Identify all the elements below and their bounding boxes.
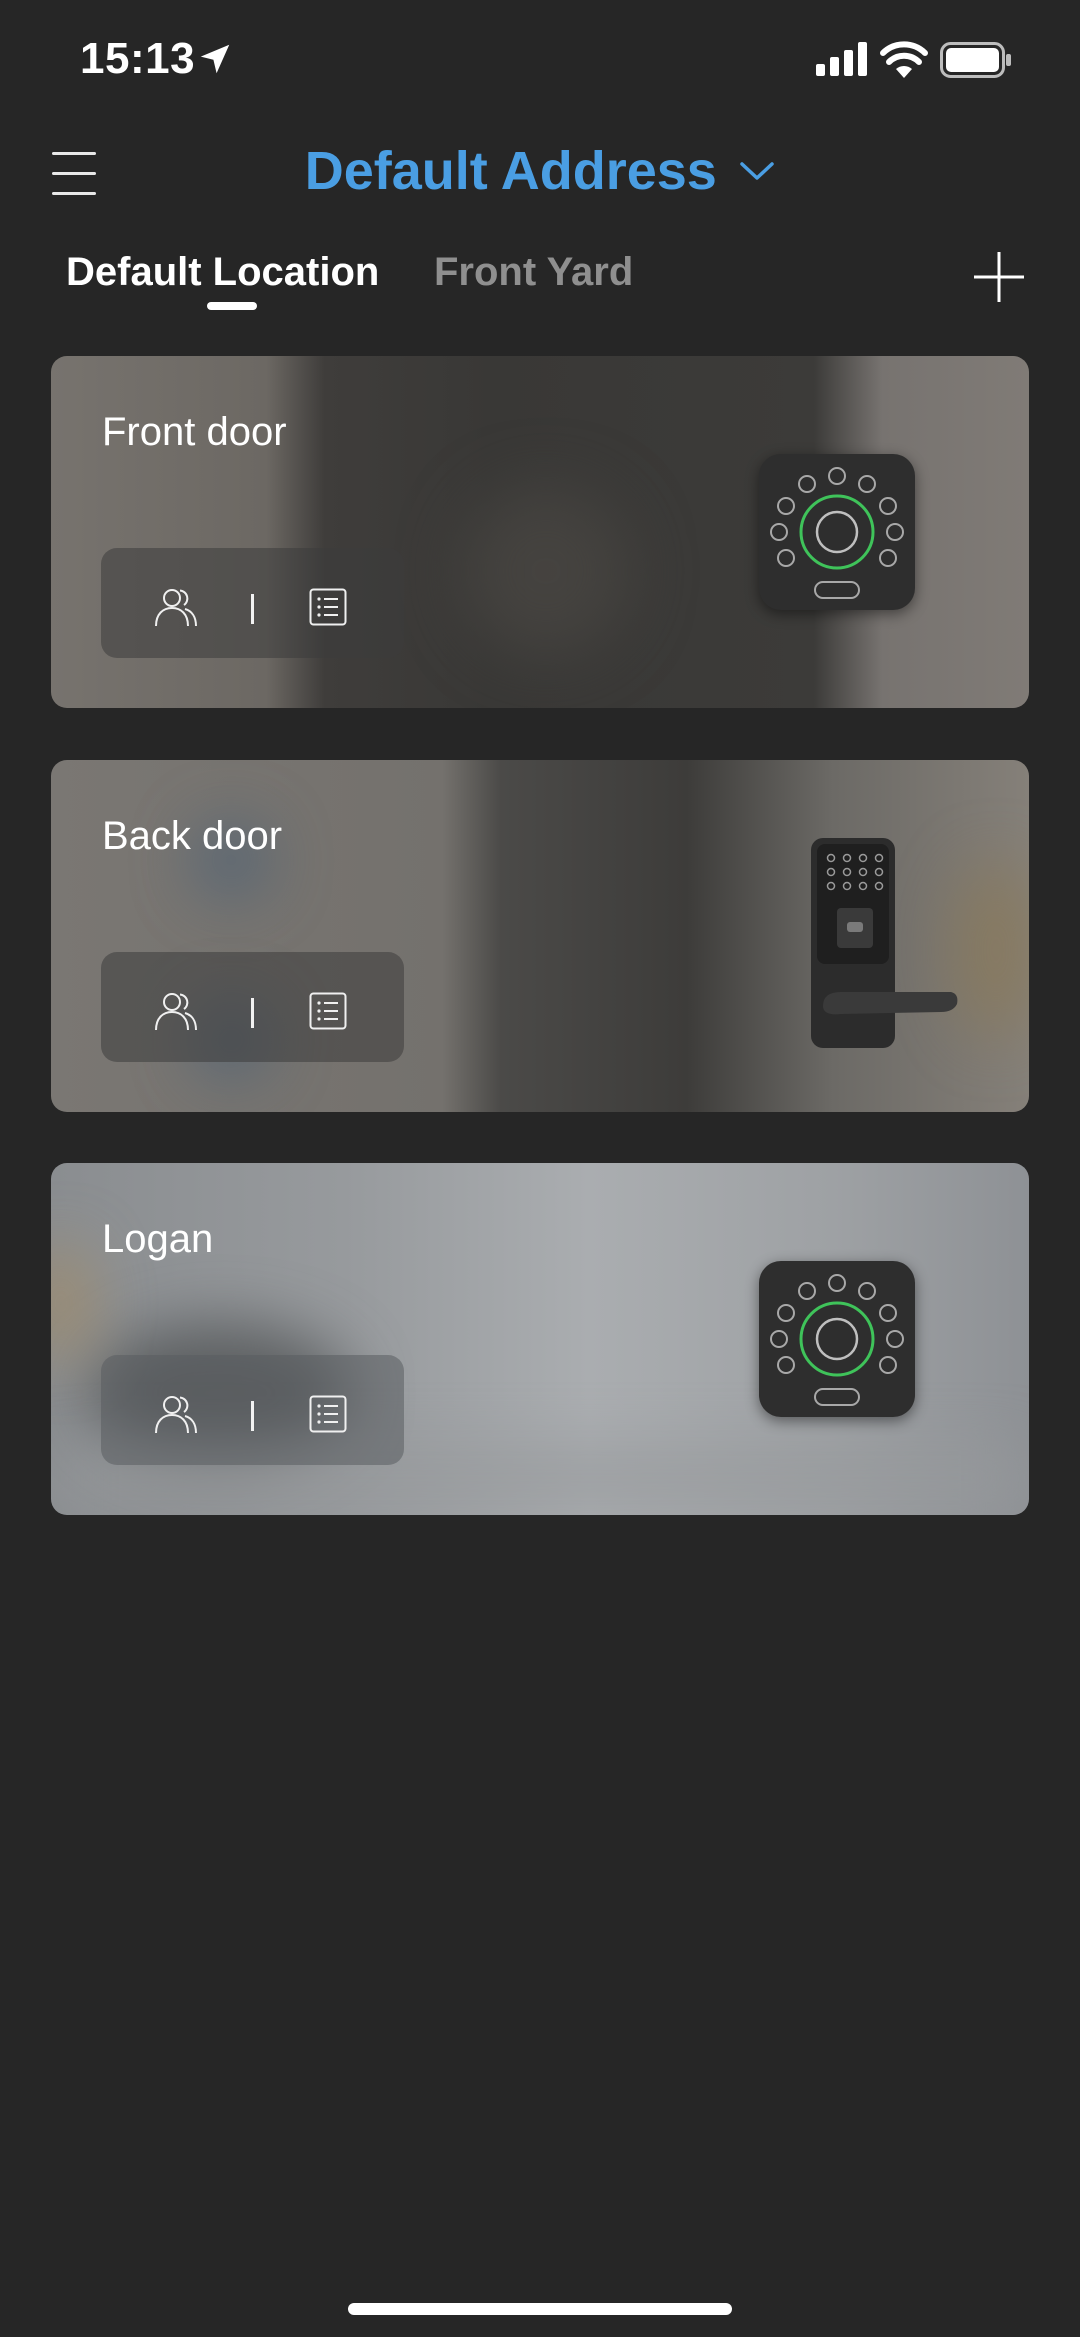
chevron-down-icon [740, 162, 775, 180]
address-title: Default Address [304, 141, 717, 201]
tab-default-location[interactable]: Default Location [66, 250, 379, 295]
users-icon[interactable] [153, 990, 199, 1032]
list-icon[interactable] [309, 992, 347, 1030]
device-actions [101, 548, 404, 658]
users-icon[interactable] [153, 1393, 199, 1435]
home-indicator[interactable] [348, 2303, 732, 2315]
device-card-logan[interactable]: Logan [51, 1163, 1029, 1515]
tab-front-yard[interactable]: Front Yard [434, 250, 633, 295]
list-icon[interactable] [309, 1395, 347, 1433]
users-icon[interactable] [153, 586, 199, 628]
divider [251, 594, 254, 624]
keypad-lock-icon [759, 1261, 915, 1417]
battery-icon [940, 42, 1011, 78]
location-arrow-icon [200, 44, 230, 74]
device-name: Logan [102, 1217, 214, 1261]
device-card-back-door[interactable]: Back door [51, 760, 1029, 1112]
active-tab-indicator [207, 302, 257, 310]
device-card-front-door[interactable]: Front door [51, 356, 1029, 708]
status-time: 15:13 [80, 34, 196, 83]
wifi-icon [880, 41, 928, 78]
divider [251, 998, 254, 1028]
list-icon[interactable] [309, 588, 347, 626]
plus-icon[interactable] [972, 250, 1026, 304]
keypad-lock-icon [759, 454, 915, 610]
lever-lock-icon [811, 838, 958, 1048]
device-name: Front door [102, 410, 287, 454]
cellular-signal-icon [816, 42, 867, 76]
address-selector[interactable]: Default Address [0, 140, 1080, 202]
device-name: Back door [102, 814, 283, 858]
device-actions [101, 1355, 404, 1465]
device-actions [101, 952, 404, 1062]
divider [251, 1401, 254, 1431]
status-bar: 15:13 [0, 0, 1080, 120]
